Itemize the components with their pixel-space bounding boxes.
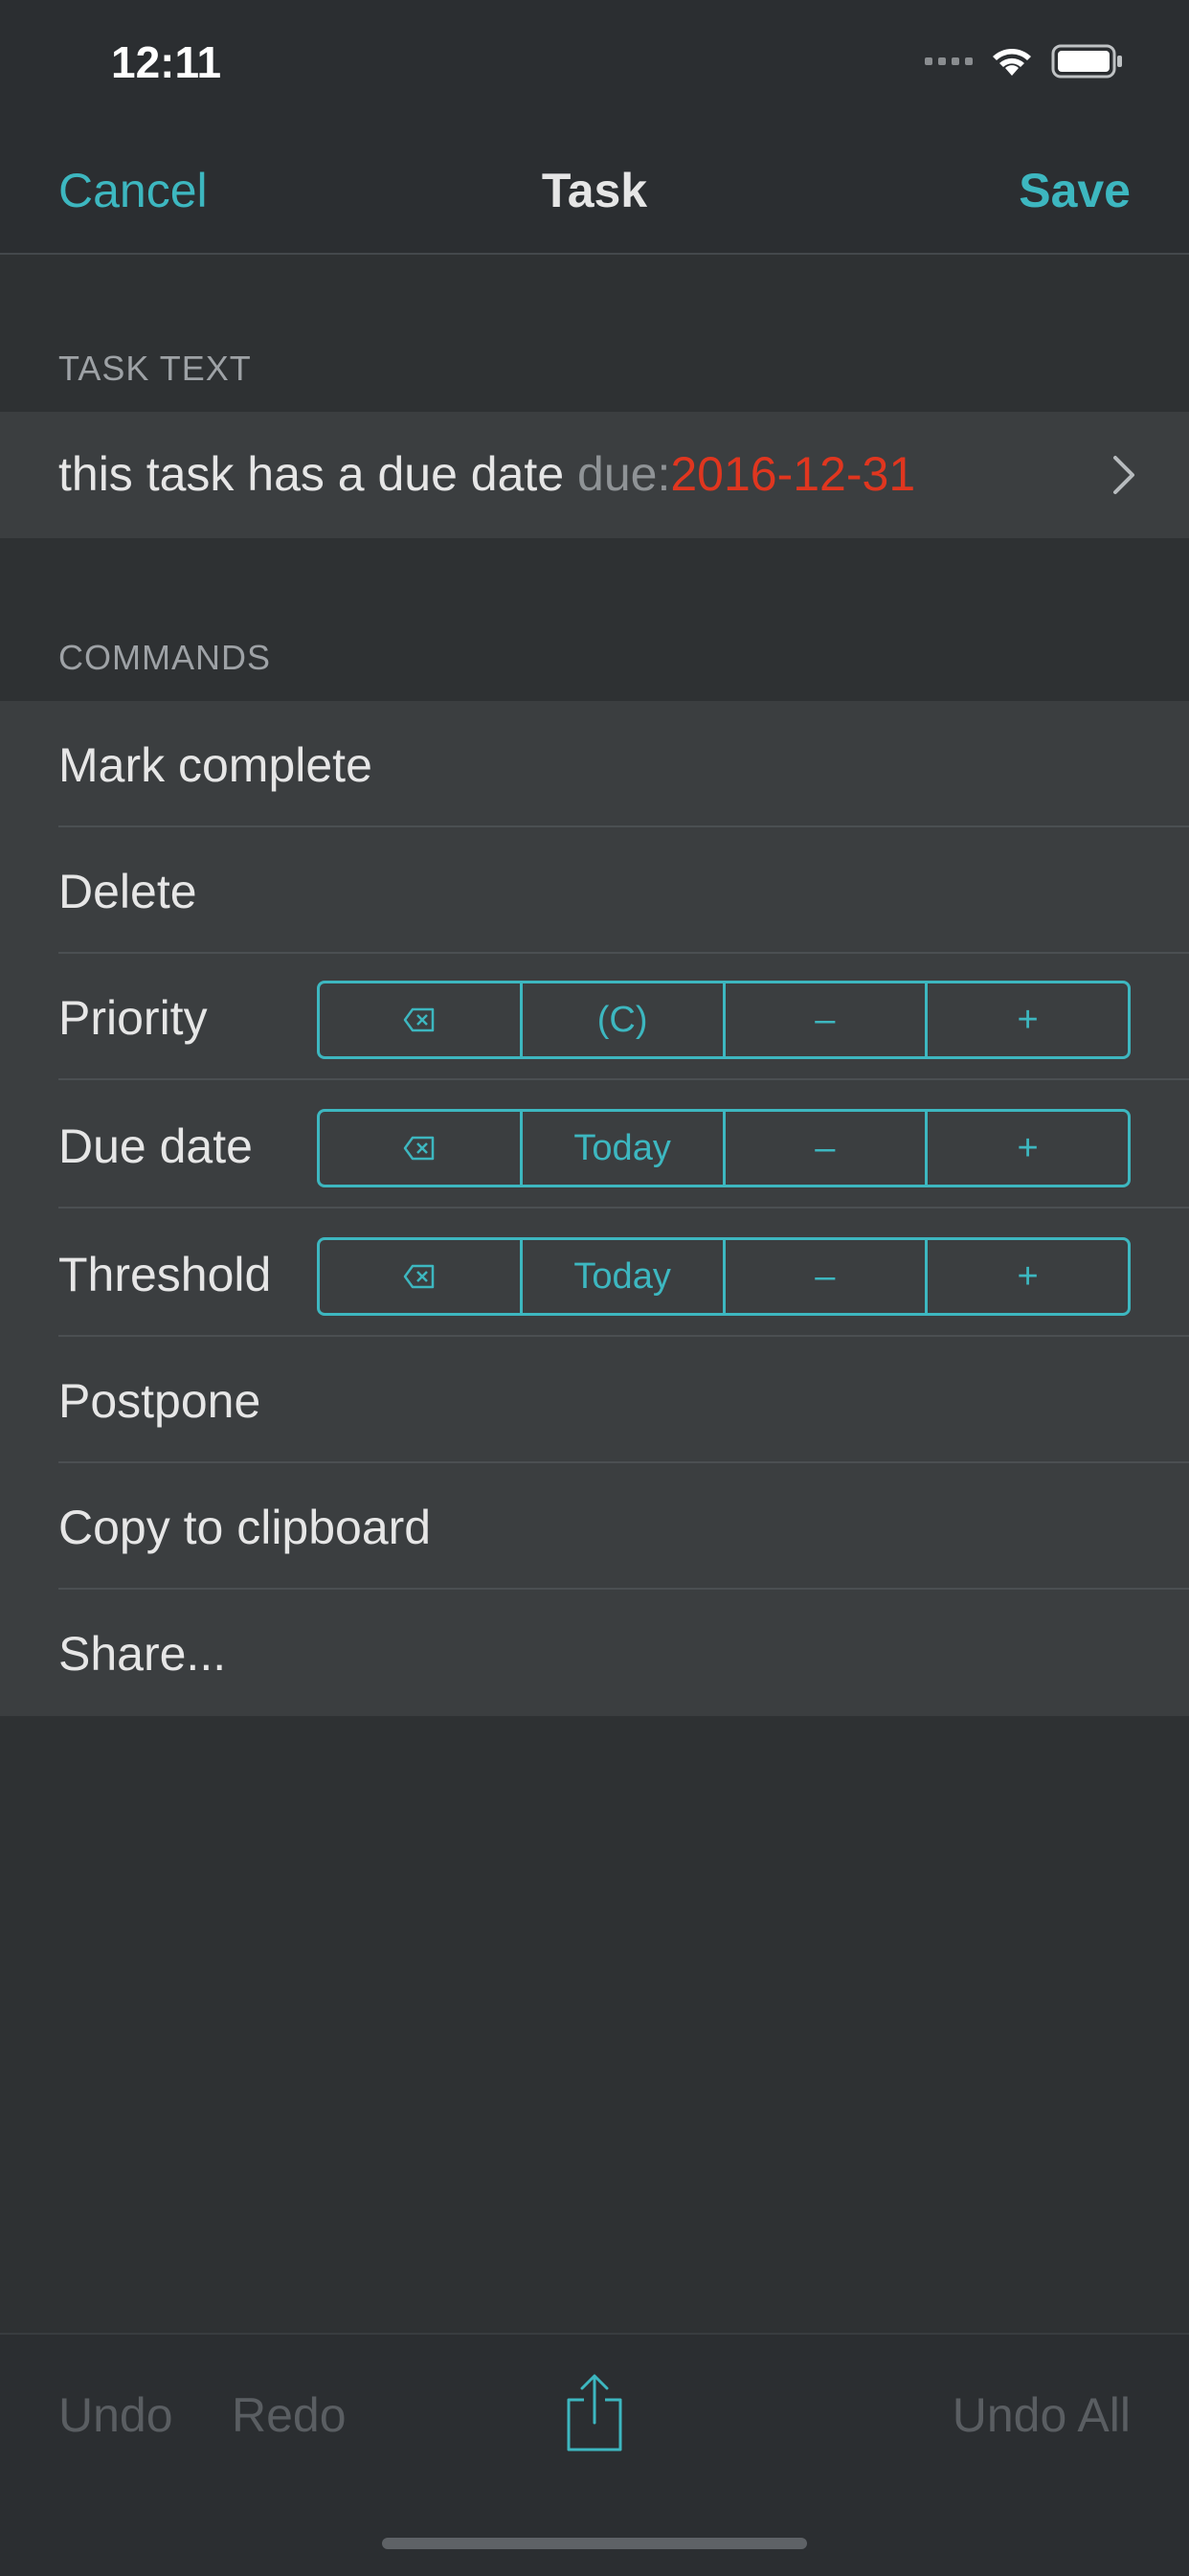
status-icons bbox=[925, 44, 1124, 79]
commands-header: COMMANDS bbox=[58, 638, 271, 677]
share-icon bbox=[567, 2374, 622, 2452]
threshold-clear-button[interactable] bbox=[320, 1240, 523, 1313]
task-text-row[interactable]: this task has a due date due:2016-12-31 bbox=[0, 412, 1189, 538]
task-text: this task has a due date due:2016-12-31 bbox=[58, 446, 915, 502]
divider bbox=[58, 1207, 1189, 1209]
save-button[interactable]: Save bbox=[1019, 163, 1131, 218]
priority-decrease-button[interactable]: – bbox=[726, 983, 929, 1056]
task-text-body: this task has a due date bbox=[58, 447, 578, 501]
copy-to-clipboard-label: Copy to clipboard bbox=[58, 1501, 432, 1554]
share-button[interactable] bbox=[563, 2373, 626, 2458]
threshold-increase-button[interactable]: + bbox=[928, 1240, 1128, 1313]
mark-complete-row[interactable]: Mark complete bbox=[0, 701, 1189, 827]
priority-control: (C) – + bbox=[317, 981, 1131, 1059]
cancel-button[interactable]: Cancel bbox=[58, 163, 208, 218]
mark-complete-label: Mark complete bbox=[58, 738, 372, 792]
delete-backward-icon bbox=[404, 1007, 435, 1032]
undo-all-button[interactable]: Undo All bbox=[953, 2387, 1131, 2443]
due-date-increase-button[interactable]: + bbox=[928, 1112, 1128, 1185]
due-date-row: Due date Today – + bbox=[0, 1082, 1189, 1209]
divider bbox=[58, 1078, 1189, 1080]
navigation-bar: Cancel Task Save bbox=[0, 134, 1189, 255]
share-row[interactable]: Share... bbox=[0, 1590, 1189, 1716]
task-text-header: TASK TEXT bbox=[58, 349, 252, 388]
priority-clear-button[interactable] bbox=[320, 983, 523, 1056]
due-date-today-button[interactable]: Today bbox=[523, 1112, 726, 1185]
home-indicator bbox=[382, 2538, 807, 2549]
delete-row[interactable]: Delete bbox=[0, 827, 1189, 954]
share-label: Share... bbox=[58, 1627, 227, 1681]
status-time: 12:11 bbox=[111, 37, 222, 87]
due-date-clear-button[interactable] bbox=[320, 1112, 523, 1185]
threshold-row: Threshold Today – + bbox=[0, 1210, 1189, 1337]
priority-row: Priority (C) – + bbox=[0, 954, 1189, 1080]
delete-backward-icon bbox=[404, 1264, 435, 1289]
delete-backward-icon bbox=[404, 1136, 435, 1161]
due-date-control: Today – + bbox=[317, 1109, 1131, 1187]
due-date-label: Due date bbox=[58, 1119, 253, 1173]
status-bar: 12:11 bbox=[0, 0, 1189, 134]
commands-list: Mark complete Delete Priority (C) – + Du… bbox=[0, 701, 1189, 1716]
threshold-control: Today – + bbox=[317, 1237, 1131, 1316]
delete-label: Delete bbox=[58, 865, 197, 918]
chevron-right-icon bbox=[1113, 456, 1134, 494]
postpone-row[interactable]: Postpone bbox=[0, 1337, 1189, 1463]
priority-increase-button[interactable]: + bbox=[928, 983, 1128, 1056]
priority-label: Priority bbox=[58, 991, 208, 1045]
cellular-signal-icon bbox=[925, 57, 973, 65]
threshold-today-button[interactable]: Today bbox=[523, 1240, 726, 1313]
due-value: 2016-12-31 bbox=[670, 447, 916, 501]
redo-button[interactable]: Redo bbox=[232, 2387, 347, 2443]
undo-button[interactable]: Undo bbox=[58, 2387, 173, 2443]
copy-to-clipboard-row[interactable]: Copy to clipboard bbox=[0, 1463, 1189, 1590]
battery-icon bbox=[1051, 44, 1122, 79]
postpone-label: Postpone bbox=[58, 1374, 261, 1428]
due-date-decrease-button[interactable]: – bbox=[726, 1112, 929, 1185]
priority-value-button[interactable]: (C) bbox=[523, 983, 726, 1056]
wifi-icon bbox=[993, 49, 1031, 76]
threshold-label: Threshold bbox=[58, 1248, 272, 1301]
threshold-decrease-button[interactable]: – bbox=[726, 1240, 929, 1313]
due-key: due: bbox=[577, 447, 671, 501]
